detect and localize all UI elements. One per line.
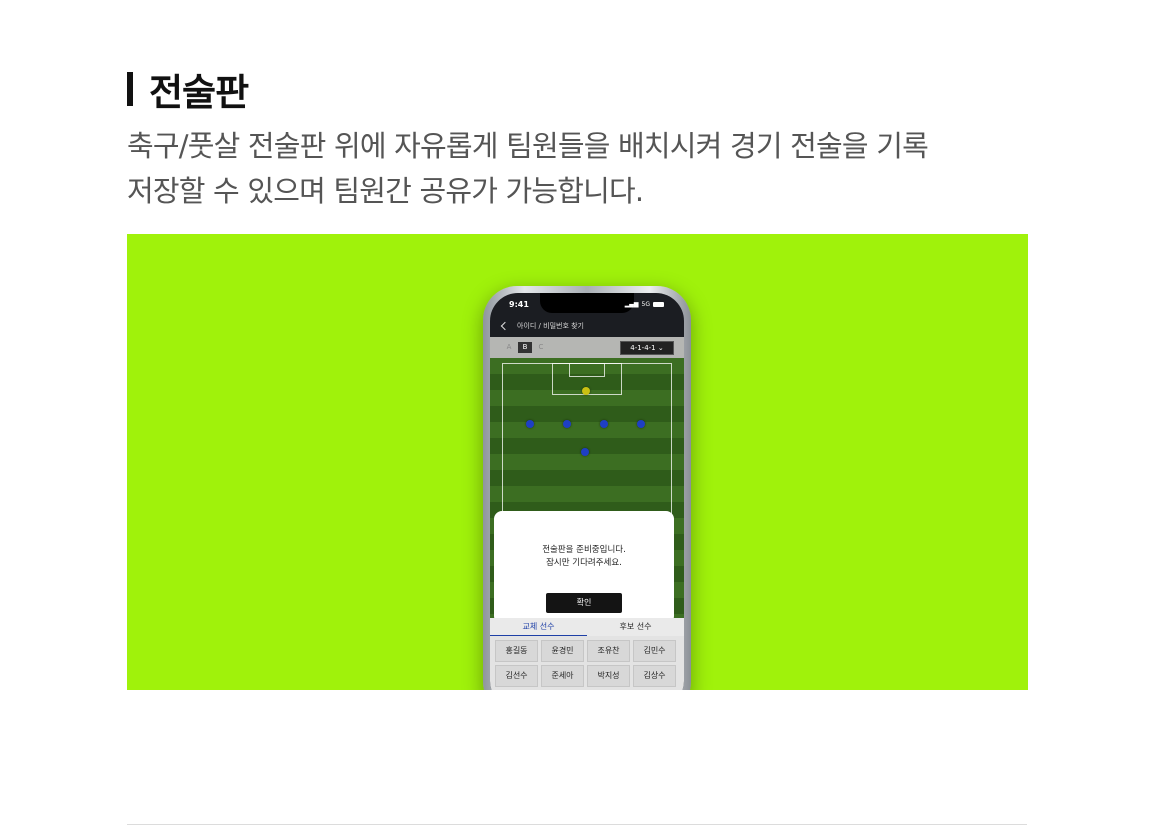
app-nav-bar: 아이디 / 비밀번호 찾기 — [500, 319, 672, 333]
loading-dialog: 전술판을 준비중입니다. 잠시만 기다려주세요. 확인 — [494, 511, 674, 624]
confirm-button[interactable]: 확인 — [546, 593, 622, 613]
substitutes-panel: 교체 선수 후보 선수 홍길동 윤경민 조유찬 김민수 김선수 준세아 박지성 … — [490, 618, 684, 690]
player-token[interactable] — [637, 420, 645, 428]
player-chip[interactable]: 준세아 — [541, 665, 584, 687]
player-token[interactable] — [600, 420, 608, 428]
lineup-tabs: A B C — [502, 342, 548, 353]
lineup-toolbar: A B C 4-1-4-1 ⌄ — [490, 337, 684, 358]
player-chip[interactable]: 김선수 — [495, 665, 538, 687]
section-header: 전술판 — [127, 62, 249, 116]
section-divider — [127, 824, 1027, 825]
title-accent-bar — [127, 72, 133, 106]
player-token[interactable] — [526, 420, 534, 428]
lineup-tab-c[interactable]: C — [534, 342, 548, 353]
back-icon[interactable] — [500, 321, 510, 331]
player-chip[interactable]: 박지성 — [587, 665, 630, 687]
dialog-line-2: 잠시만 기다려주세요. — [546, 558, 622, 568]
formation-select[interactable]: 4-1-4-1 ⌄ — [620, 341, 674, 355]
player-chip[interactable]: 홍길동 — [495, 640, 538, 662]
player-chip[interactable]: 조유찬 — [587, 640, 630, 662]
player-token[interactable] — [563, 420, 571, 428]
signal-icon: ▂▄▆ — [624, 301, 639, 308]
top-goal-box — [569, 363, 605, 377]
phone-screen: 9:41 ▂▄▆ 5G 아이디 / 비밀번호 찾기 A B C 4-1-4-1 … — [490, 293, 684, 690]
subs-tabs: 교체 선수 후보 선수 — [490, 618, 684, 636]
lineup-tab-a[interactable]: A — [502, 342, 516, 353]
lineup-tab-b[interactable]: B — [518, 342, 532, 353]
formation-value: 4-1-4-1 — [630, 344, 656, 352]
feature-banner: 9:41 ▂▄▆ 5G 아이디 / 비밀번호 찾기 A B C 4-1-4-1 … — [127, 234, 1028, 690]
chevron-down-icon: ⌄ — [657, 344, 664, 352]
tactics-pitch[interactable]: 전술판을 준비중입니다. 잠시만 기다려주세요. 확인 — [490, 358, 684, 624]
goalkeeper-token[interactable] — [582, 387, 590, 395]
player-chip[interactable]: 김상수 — [633, 665, 676, 687]
description-line-2: 저장할 수 있으며 팀원간 공유가 가능합니다. — [127, 174, 644, 208]
player-chip-grid: 홍길동 윤경민 조유찬 김민수 김선수 준세아 박지성 김상수 — [490, 636, 684, 690]
dialog-message: 전술판을 준비중입니다. 잠시만 기다려주세요. — [494, 544, 674, 570]
status-time: 9:41 — [509, 300, 529, 309]
player-chip[interactable]: 김민수 — [633, 640, 676, 662]
section-title: 전술판 — [149, 71, 249, 114]
phone-mockup: 9:41 ▂▄▆ 5G 아이디 / 비밀번호 찾기 A B C 4-1-4-1 … — [483, 286, 691, 690]
player-token[interactable] — [581, 448, 589, 456]
tab-reserves[interactable]: 후보 선수 — [587, 618, 684, 636]
section-description: 축구/풋살 전술판 위에 자유롭게 팀원들을 배치시켜 경기 전술을 기록 저장… — [127, 124, 1027, 214]
battery-icon — [653, 302, 664, 307]
tab-substitutes[interactable]: 교체 선수 — [490, 618, 587, 636]
nav-title: 아이디 / 비밀번호 찾기 — [517, 322, 584, 330]
description-line-1: 축구/풋살 전술판 위에 자유롭게 팀원들을 배치시켜 경기 전술을 기록 — [127, 129, 929, 163]
network-label: 5G — [641, 301, 650, 308]
dialog-line-1: 전술판을 준비중입니다. — [542, 545, 626, 555]
phone-notch — [540, 293, 634, 313]
status-icons: ▂▄▆ 5G — [625, 301, 664, 308]
player-chip[interactable]: 윤경민 — [541, 640, 584, 662]
